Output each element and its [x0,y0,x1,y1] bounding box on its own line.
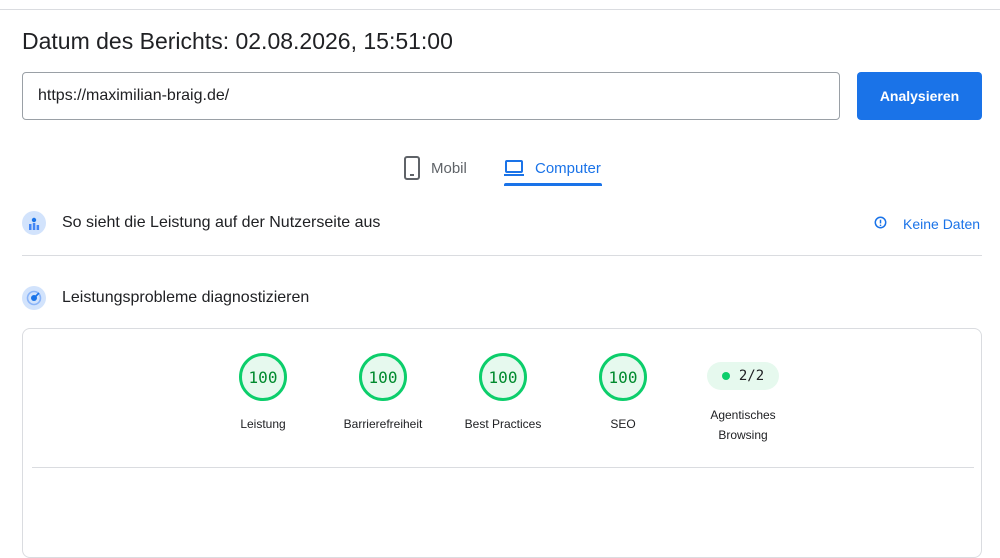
score-value: 100 [599,353,647,401]
laptop-icon [503,159,535,177]
score-value: 100 [239,353,287,401]
url-input[interactable] [22,72,840,120]
tab-mobil[interactable]: Mobil [403,150,467,186]
field-data-title: So sieht die Leistung auf der Nutzerseit… [62,214,381,231]
analyze-button[interactable]: Analysieren [857,72,982,120]
phone-icon [403,156,431,180]
lab-data-icon [22,286,46,310]
diagnostics-title: Leistungsprobleme diagnostizieren [62,289,310,306]
agentic-pill: 2/2 [707,362,779,390]
section-divider [22,255,982,256]
tab-computer-label: Computer [535,159,601,177]
score-label: Leistung [240,417,286,431]
score-gauge-seo[interactable]: 100 SEO [563,353,683,434]
top-divider [0,9,1000,10]
tab-mobil-label: Mobil [431,159,467,177]
field-data-icon [22,211,46,235]
diagnostics-section: Leistungsprobleme diagnostizieren [22,286,309,310]
info-icon [874,216,903,232]
score-gauge-barrierefreiheit[interactable]: 100 Barrierefreiheit [323,353,443,434]
score-label: Best Practices [464,417,542,431]
score-label: Barrierefreiheit [343,417,423,431]
card-divider [32,467,974,468]
score-gauge-agentic-browsing[interactable]: 2/2 Agentisches Browsing [683,353,803,445]
report-date: Datum des Berichts: 02.08.2026, 15:51:00 [22,28,453,54]
agentic-value: 2/2 [738,368,765,384]
score-gauge-best-practices[interactable]: 100 Best Practices [443,353,563,434]
agentic-label-line2: Browsing [718,428,768,442]
field-data-section: So sieht die Leistung auf der Nutzerseit… [22,211,380,235]
pass-dot-icon [721,372,730,380]
score-value: 100 [359,353,407,401]
score-card: 100 Leistung 100 Barrierefreiheit 100 Be… [22,328,982,558]
score-gauge-leistung[interactable]: 100 Leistung [203,353,323,434]
no-data-label: Keine Daten [903,216,981,232]
tab-computer[interactable]: Computer [503,150,601,186]
no-data-link[interactable]: Keine Daten [874,216,980,232]
score-label: SEO [610,417,636,431]
agentic-label: Agentisches Browsing [710,405,775,445]
agentic-label-line1: Agentisches [710,408,776,422]
score-value: 100 [479,353,527,401]
tab-selected-indicator [504,183,602,186]
